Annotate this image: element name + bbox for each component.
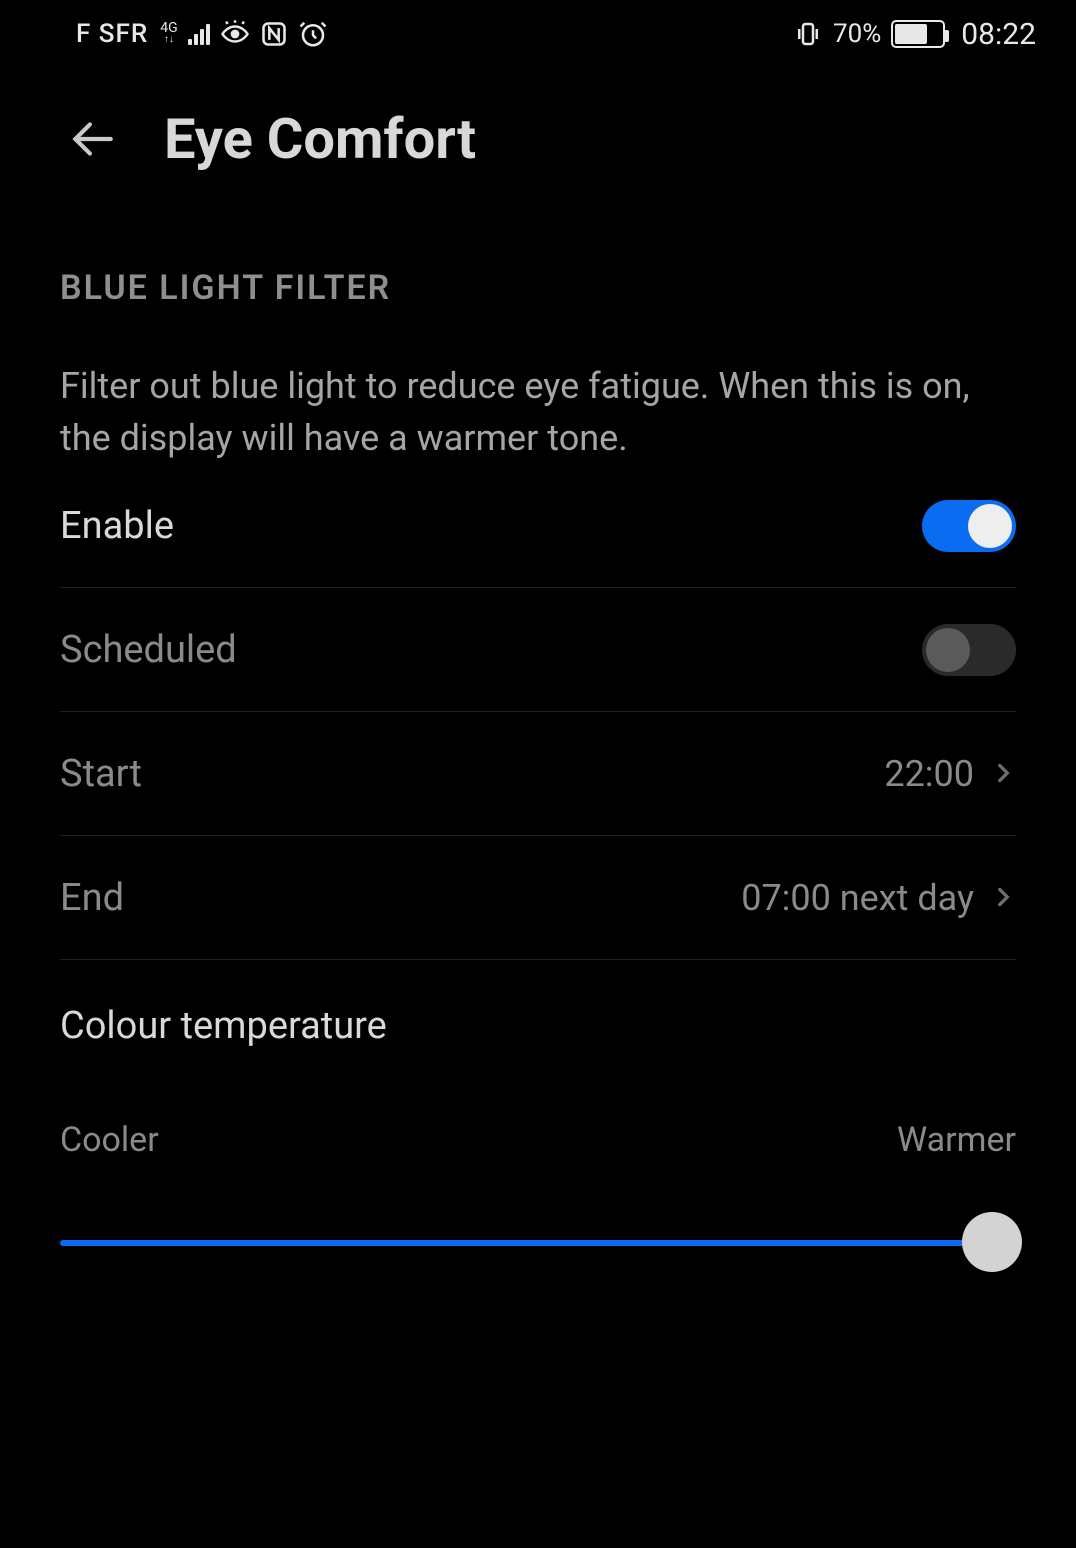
page-header: Eye Comfort (0, 68, 1076, 172)
start-value-wrap: 22:00 (884, 753, 1016, 795)
toggle-knob (968, 504, 1012, 548)
signal-icon (188, 23, 210, 45)
end-time-row[interactable]: End 07:00 next day (60, 836, 1016, 960)
battery-icon (891, 20, 945, 48)
enable-label: Enable (60, 504, 174, 548)
page-title: Eye Comfort (164, 106, 476, 172)
end-label: End (60, 876, 124, 920)
chevron-right-icon (990, 753, 1016, 795)
nfc-icon (260, 20, 288, 48)
colour-temperature-title: Colour temperature (60, 1004, 1016, 1048)
chevron-right-icon (990, 877, 1016, 919)
eye-comfort-icon (220, 19, 250, 49)
section-heading: BLUE LIGHT FILTER (60, 268, 1016, 308)
end-value-wrap: 07:00 next day (741, 877, 1016, 919)
back-arrow-icon (67, 114, 117, 164)
network-type-icon: 4G ↑↓ (160, 22, 177, 46)
start-time-row[interactable]: Start 22:00 (60, 712, 1016, 836)
slider-track (60, 1240, 1016, 1246)
back-button[interactable] (64, 111, 120, 167)
scheduled-label: Scheduled (60, 628, 237, 672)
clock: 08:22 (961, 17, 1036, 52)
vibrate-icon (793, 19, 823, 49)
section-description: Filter out blue light to reduce eye fati… (60, 360, 1016, 464)
carrier-label: F SFR (76, 19, 148, 49)
scheduled-row[interactable]: Scheduled (60, 588, 1016, 712)
cooler-label: Cooler (60, 1120, 159, 1160)
battery-percent: 70% (833, 19, 881, 49)
start-value: 22:00 (884, 753, 974, 795)
colour-temperature-slider[interactable] (60, 1212, 1016, 1272)
toggle-knob (926, 628, 970, 672)
status-bar: F SFR 4G ↑↓ (0, 0, 1076, 68)
slider-thumb[interactable] (962, 1212, 1022, 1272)
content: BLUE LIGHT FILTER Filter out blue light … (0, 268, 1076, 1272)
scheduled-toggle[interactable] (922, 624, 1016, 676)
status-right: 70% 08:22 (793, 17, 1036, 52)
enable-row[interactable]: Enable (60, 464, 1016, 588)
warmer-label: Warmer (897, 1120, 1016, 1160)
alarm-icon (298, 19, 328, 49)
end-value: 07:00 next day (741, 877, 974, 919)
start-label: Start (60, 752, 142, 796)
enable-toggle[interactable] (922, 500, 1016, 552)
colour-temperature-labels: Cooler Warmer (60, 1120, 1016, 1160)
status-left: F SFR 4G ↑↓ (76, 19, 328, 49)
